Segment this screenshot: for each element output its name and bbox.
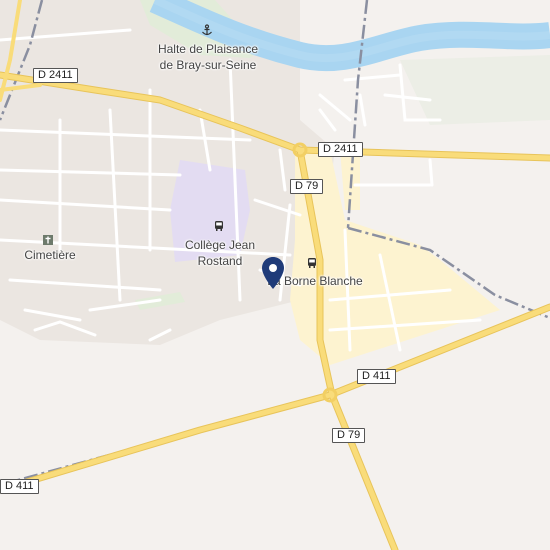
field-area [400, 55, 550, 125]
place-label-line: de Bray-sur-Seine [159, 58, 257, 72]
road-shield-d2411: D 2411 [318, 142, 363, 157]
location-pin-icon[interactable] [260, 256, 286, 290]
place-label-cimetiere: Cimetière [24, 248, 76, 262]
road-shield-d79: D 79 [332, 428, 366, 443]
cemetery-icon [43, 235, 53, 245]
bus-icon [308, 258, 316, 268]
place-label-halte: Halte de Plaisance de Bray-sur-Seine [138, 41, 278, 73]
place-label-line: Halte de Plaisance [157, 42, 259, 56]
road-shield-d411: D 411 [0, 479, 39, 494]
road-shield-d2411: D 2411 [33, 68, 78, 83]
anchor-icon [202, 24, 212, 36]
road-shield-d79: D 79 [290, 179, 324, 194]
road-shield-d411: D 411 [357, 369, 396, 384]
map-view[interactable]: Halte de Plaisance de Bray-sur-Seine Col… [0, 0, 550, 550]
bus-icon [215, 221, 223, 231]
place-label-line: Collège Jean [184, 238, 256, 252]
